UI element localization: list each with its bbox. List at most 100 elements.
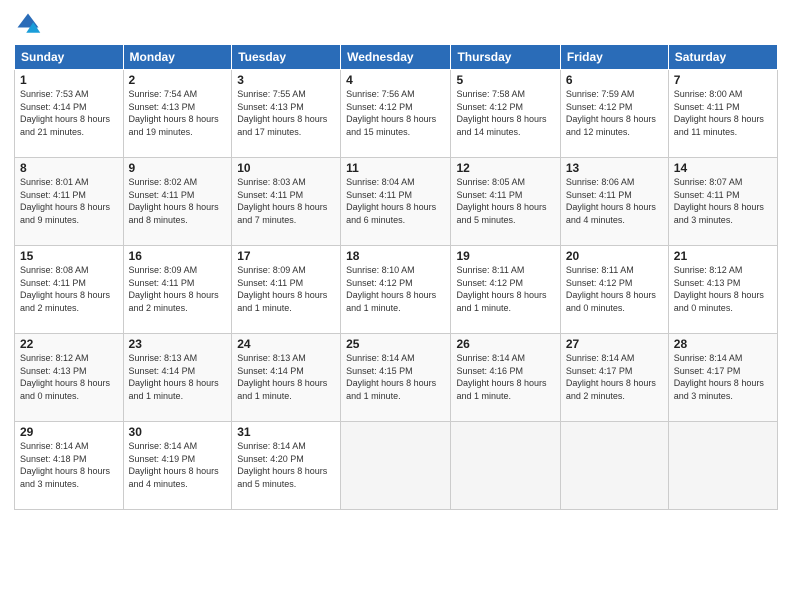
day-info: Sunrise: 8:04 AMSunset: 4:11 PMDaylight … (346, 177, 436, 225)
day-info: Sunrise: 7:59 AMSunset: 4:12 PMDaylight … (566, 89, 656, 137)
day-info: Sunrise: 8:14 AMSunset: 4:20 PMDaylight … (237, 441, 327, 489)
calendar-header-wednesday: Wednesday (341, 45, 451, 70)
day-info: Sunrise: 7:53 AMSunset: 4:14 PMDaylight … (20, 89, 110, 137)
calendar-cell: 21 Sunrise: 8:12 AMSunset: 4:13 PMDayligh… (668, 246, 777, 334)
calendar-cell: 11 Sunrise: 8:04 AMSunset: 4:11 PMDayligh… (341, 158, 451, 246)
calendar-cell: 28 Sunrise: 8:14 AMSunset: 4:17 PMDayligh… (668, 334, 777, 422)
day-info: Sunrise: 8:00 AMSunset: 4:11 PMDaylight … (674, 89, 764, 137)
calendar-week-2: 8Sunrise: 8:01 AMSunset: 4:11 PMDaylight… (15, 158, 778, 246)
calendar-header-saturday: Saturday (668, 45, 777, 70)
day-number: 27 (566, 337, 663, 351)
header (14, 10, 778, 38)
day-info: Sunrise: 8:05 AMSunset: 4:11 PMDaylight … (456, 177, 546, 225)
calendar-cell: 20 Sunrise: 8:11 AMSunset: 4:12 PMDayligh… (560, 246, 668, 334)
calendar-cell: 3 Sunrise: 7:55 AMSunset: 4:13 PMDaylight… (232, 70, 341, 158)
calendar-cell: 9Sunrise: 8:02 AMSunset: 4:11 PMDaylight… (123, 158, 232, 246)
day-info: Sunrise: 8:02 AMSunset: 4:11 PMDaylight … (129, 177, 219, 225)
day-info: Sunrise: 8:13 AMSunset: 4:14 PMDaylight … (129, 353, 219, 401)
day-number: 18 (346, 249, 445, 263)
calendar-cell: 31 Sunrise: 8:14 AMSunset: 4:20 PMDayligh… (232, 422, 341, 510)
calendar-header-monday: Monday (123, 45, 232, 70)
day-info: Sunrise: 8:11 AMSunset: 4:12 PMDaylight … (566, 265, 656, 313)
day-number: 8 (20, 161, 118, 175)
calendar-cell: 1Sunrise: 7:53 AMSunset: 4:14 PMDaylight… (15, 70, 124, 158)
day-number: 28 (674, 337, 772, 351)
day-number: 30 (129, 425, 227, 439)
day-number: 13 (566, 161, 663, 175)
day-info: Sunrise: 7:56 AMSunset: 4:12 PMDaylight … (346, 89, 436, 137)
day-info: Sunrise: 8:13 AMSunset: 4:14 PMDaylight … (237, 353, 327, 401)
calendar: SundayMondayTuesdayWednesdayThursdayFrid… (14, 44, 778, 510)
day-number: 17 (237, 249, 335, 263)
day-info: Sunrise: 8:14 AMSunset: 4:18 PMDaylight … (20, 441, 110, 489)
day-info: Sunrise: 8:11 AMSunset: 4:12 PMDaylight … (456, 265, 546, 313)
calendar-cell: 19Sunrise: 8:11 AMSunset: 4:12 PMDayligh… (451, 246, 560, 334)
calendar-week-1: 1Sunrise: 7:53 AMSunset: 4:14 PMDaylight… (15, 70, 778, 158)
day-info: Sunrise: 7:58 AMSunset: 4:12 PMDaylight … (456, 89, 546, 137)
day-info: Sunrise: 8:14 AMSunset: 4:19 PMDaylight … (129, 441, 219, 489)
calendar-cell: 5 Sunrise: 7:58 AMSunset: 4:12 PMDaylight… (451, 70, 560, 158)
day-number: 20 (566, 249, 663, 263)
day-number: 16 (129, 249, 227, 263)
day-number: 25 (346, 337, 445, 351)
day-info: Sunrise: 8:12 AMSunset: 4:13 PMDaylight … (20, 353, 110, 401)
calendar-cell: 18 Sunrise: 8:10 AMSunset: 4:12 PMDayligh… (341, 246, 451, 334)
day-number: 4 (346, 73, 445, 87)
day-number: 24 (237, 337, 335, 351)
calendar-cell: 14Sunrise: 8:07 AMSunset: 4:11 PMDayligh… (668, 158, 777, 246)
calendar-body: 1Sunrise: 7:53 AMSunset: 4:14 PMDaylight… (15, 70, 778, 510)
day-info: Sunrise: 8:14 AMSunset: 4:17 PMDaylight … (566, 353, 656, 401)
calendar-cell: 15 Sunrise: 8:08 AMSunset: 4:11 PMDayligh… (15, 246, 124, 334)
day-number: 12 (456, 161, 554, 175)
day-number: 21 (674, 249, 772, 263)
day-number: 23 (129, 337, 227, 351)
calendar-header-sunday: Sunday (15, 45, 124, 70)
calendar-cell: 2Sunrise: 7:54 AMSunset: 4:13 PMDaylight… (123, 70, 232, 158)
day-info: Sunrise: 8:14 AMSunset: 4:17 PMDaylight … (674, 353, 764, 401)
day-info: Sunrise: 8:08 AMSunset: 4:11 PMDaylight … (20, 265, 110, 313)
day-info: Sunrise: 8:06 AMSunset: 4:11 PMDaylight … (566, 177, 656, 225)
day-number: 31 (237, 425, 335, 439)
day-number: 7 (674, 73, 772, 87)
day-number: 29 (20, 425, 118, 439)
calendar-cell (341, 422, 451, 510)
calendar-cell: 7 Sunrise: 8:00 AMSunset: 4:11 PMDaylight… (668, 70, 777, 158)
day-number: 11 (346, 161, 445, 175)
calendar-cell: 12 Sunrise: 8:05 AMSunset: 4:11 PMDayligh… (451, 158, 560, 246)
day-info: Sunrise: 8:10 AMSunset: 4:12 PMDaylight … (346, 265, 436, 313)
day-info: Sunrise: 8:14 AMSunset: 4:16 PMDaylight … (456, 353, 546, 401)
day-info: Sunrise: 7:55 AMSunset: 4:13 PMDaylight … (237, 89, 327, 137)
calendar-cell (451, 422, 560, 510)
calendar-header-thursday: Thursday (451, 45, 560, 70)
calendar-cell: 23 Sunrise: 8:13 AMSunset: 4:14 PMDayligh… (123, 334, 232, 422)
calendar-cell: 8Sunrise: 8:01 AMSunset: 4:11 PMDaylight… (15, 158, 124, 246)
day-number: 26 (456, 337, 554, 351)
calendar-week-4: 22Sunrise: 8:12 AMSunset: 4:13 PMDayligh… (15, 334, 778, 422)
day-number: 5 (456, 73, 554, 87)
calendar-cell: 22Sunrise: 8:12 AMSunset: 4:13 PMDayligh… (15, 334, 124, 422)
logo (14, 10, 46, 38)
logo-icon (14, 10, 42, 38)
calendar-week-3: 15 Sunrise: 8:08 AMSunset: 4:11 PMDayligh… (15, 246, 778, 334)
day-info: Sunrise: 8:07 AMSunset: 4:11 PMDaylight … (674, 177, 764, 225)
day-info: Sunrise: 8:09 AMSunset: 4:11 PMDaylight … (129, 265, 219, 313)
day-number: 6 (566, 73, 663, 87)
calendar-header-row: SundayMondayTuesdayWednesdayThursdayFrid… (15, 45, 778, 70)
calendar-week-5: 29 Sunrise: 8:14 AMSunset: 4:18 PMDayligh… (15, 422, 778, 510)
calendar-cell: 13 Sunrise: 8:06 AMSunset: 4:11 PMDayligh… (560, 158, 668, 246)
calendar-cell: 27 Sunrise: 8:14 AMSunset: 4:17 PMDayligh… (560, 334, 668, 422)
day-number: 3 (237, 73, 335, 87)
calendar-cell: 29 Sunrise: 8:14 AMSunset: 4:18 PMDayligh… (15, 422, 124, 510)
calendar-cell: 10Sunrise: 8:03 AMSunset: 4:11 PMDayligh… (232, 158, 341, 246)
calendar-cell: 30 Sunrise: 8:14 AMSunset: 4:19 PMDayligh… (123, 422, 232, 510)
calendar-cell: 6 Sunrise: 7:59 AMSunset: 4:12 PMDaylight… (560, 70, 668, 158)
calendar-header-friday: Friday (560, 45, 668, 70)
day-info: Sunrise: 8:12 AMSunset: 4:13 PMDaylight … (674, 265, 764, 313)
day-info: Sunrise: 8:03 AMSunset: 4:11 PMDaylight … (237, 177, 327, 225)
day-number: 2 (129, 73, 227, 87)
calendar-cell (560, 422, 668, 510)
calendar-cell: 25Sunrise: 8:14 AMSunset: 4:15 PMDayligh… (341, 334, 451, 422)
calendar-cell: 17Sunrise: 8:09 AMSunset: 4:11 PMDayligh… (232, 246, 341, 334)
calendar-cell: 16 Sunrise: 8:09 AMSunset: 4:11 PMDayligh… (123, 246, 232, 334)
day-number: 15 (20, 249, 118, 263)
